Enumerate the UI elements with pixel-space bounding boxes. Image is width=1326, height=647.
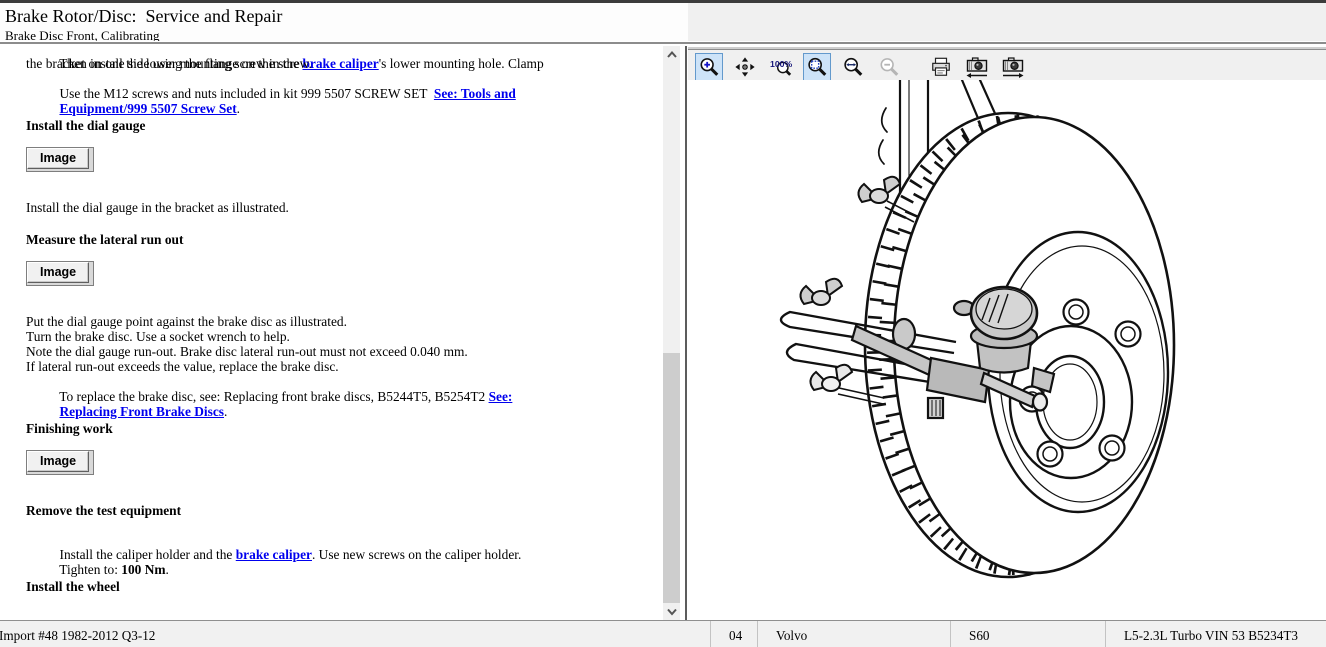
next-image-button[interactable] [999,53,1027,81]
document-header: Brake Rotor/Disc: Service and Repair Bra… [0,0,1326,41]
text-run: . [224,404,227,419]
status-make: Volvo [757,621,950,647]
illustration-pane: 100% [688,46,1326,620]
scrollbar-thumb[interactable] [663,353,680,603]
see-tools-and-equipment-link[interactable]: See: Tools and [434,86,516,101]
zoom-fit-page-button[interactable] [803,53,831,81]
image-button-row: Image [26,147,656,172]
text-run: . [166,562,169,577]
text-run: the bracket on one side using the flange… [26,56,312,71]
see-replacing-front-brake-discs-link[interactable]: See: [489,389,513,404]
zoom-fit-page-icon [806,56,828,78]
camera-next-icon [1001,55,1025,79]
torque-value: 100 Nm [121,562,165,577]
previous-image-button[interactable] [963,53,991,81]
see-replacing-front-brake-discs-link[interactable]: Replacing Front Brake Discs [59,404,224,419]
brake-caliper-link[interactable]: brake caliper [302,56,378,71]
image-button[interactable]: Image [27,148,89,169]
text-run: Install the caliper holder and the [59,547,235,562]
status-model: S60 [950,621,1105,647]
text-run: . [237,101,240,116]
section-heading-finishing-work: Finishing work [26,421,656,436]
text-run: Install the dial gauge in the bracket as… [26,200,289,215]
image-button[interactable]: Image [27,451,89,472]
pane-splitter[interactable] [681,46,688,620]
image-button-row: Image [26,261,656,286]
text-run: If lateral run-out exceeds the value, re… [26,359,339,374]
pan-button[interactable] [731,53,759,81]
status-engine: L5-2.3L Turbo VIN 53 B5234T3 [1105,621,1326,647]
image-button-frame: Image [26,450,94,475]
status-import-info: Import #48 1982-2012 Q3-12 [0,621,707,647]
image-toolbar: 100% [688,51,1326,83]
image-button-frame: Image [26,147,94,172]
scroll-down-button[interactable] [663,603,680,620]
section-heading-measure-lateral-run-out: Measure the lateral run out [26,232,656,247]
text-run: Turn the brake disc. Use a socket wrench… [26,329,290,344]
header-right-background [688,3,1326,44]
section-heading-remove-test-equipment: Remove the test equipment [26,503,656,518]
print-icon [930,56,952,78]
paragraph: Install the dial gauge in the bracket as… [26,200,656,215]
procedure-text: Then install the lower mounting screw in… [26,46,656,620]
pan-icon [734,56,756,78]
paragraph: Put the dial gauge point against the bra… [26,314,656,404]
zoom-in-button[interactable] [695,53,723,81]
text-run: Note the dial gauge run-out. Brake disc … [26,344,468,359]
print-button[interactable] [927,53,955,81]
procedure-text-pane[interactable]: Then install the lower mounting screw in… [0,46,681,620]
zoom-100-icon: 100% [770,56,792,78]
chevron-down-icon [666,607,678,616]
section-heading-install-dial-gauge: Install the dial gauge [26,118,656,133]
zoom-fit-width-icon [842,56,864,78]
page-title: Brake Rotor/Disc: Service and Repair [5,6,282,27]
image-button-row: Image [26,450,656,475]
section-heading-install-the-wheel: Install the wheel [26,579,656,594]
zoom-out-icon [878,56,900,78]
brake-caliper-link[interactable]: brake caliper [236,547,312,562]
see-tools-and-equipment-link[interactable]: Equipment/999 5507 Screw Set [59,101,236,116]
camera-previous-icon [965,55,989,79]
zoom-out-button [875,53,903,81]
paragraph: Then install the lower mounting screw in… [26,46,656,101]
text-run: . Use new screws on the caliper holder. [312,547,521,562]
paragraph: Installing wheels See: Maintenance/Wheel… [26,608,656,620]
text-run: To replace the brake disc, see: Replacin… [59,389,488,404]
chevron-up-icon [666,50,678,59]
brake-disc-illustration [688,80,1326,620]
scroll-up-button[interactable] [663,46,680,63]
illustration-viewport[interactable] [688,80,1326,620]
text-run: Tighten to: [59,562,121,577]
vertical-scrollbar[interactable] [663,46,680,620]
status-year: 04 [710,621,757,647]
splitter-line [685,46,687,620]
service-manual-window: Brake Rotor/Disc: Service and Repair Bra… [0,0,1326,647]
text-run: Use the M12 screws and nuts included in … [59,86,433,101]
zoom-fit-width-button[interactable] [839,53,867,81]
paragraph: Install the caliper holder and the brake… [26,532,656,562]
svg-text:100%: 100% [770,59,792,69]
zoom-in-icon [698,56,720,78]
image-button-frame: Image [26,261,94,286]
status-bar: Import #48 1982-2012 Q3-12 04 Volvo S60 … [0,621,1326,647]
text-run: Put the dial gauge point against the bra… [26,314,347,329]
image-button[interactable]: Image [27,262,89,283]
text-run: 's lower mounting hole. Clamp [379,56,544,71]
zoom-100-button[interactable]: 100% [767,53,795,81]
